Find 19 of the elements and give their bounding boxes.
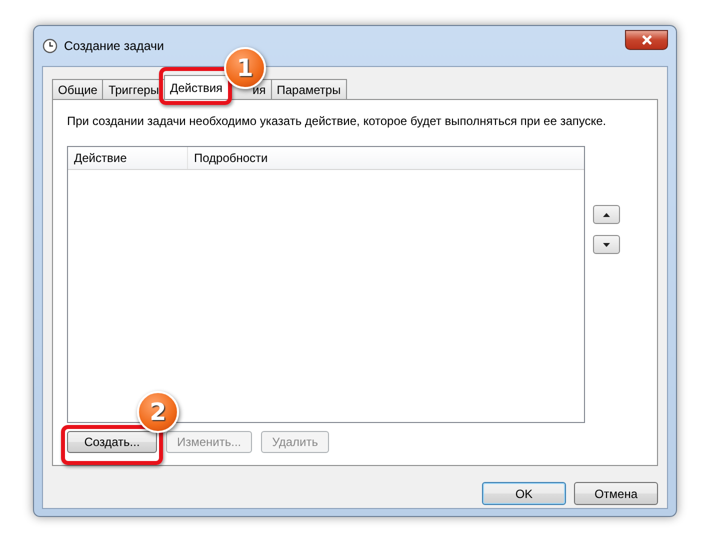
- tab[interactable]: Действия: [164, 75, 229, 99]
- move-down-button[interactable]: [593, 235, 620, 254]
- close-icon: [640, 35, 652, 45]
- tab[interactable]: Параметры: [270, 79, 347, 99]
- dialog-button[interactable]: Отмена: [574, 482, 658, 505]
- column-header[interactable]: Подробности: [188, 147, 584, 169]
- dialog-button[interactable]: OK: [482, 482, 566, 505]
- tab[interactable]: Общие: [52, 79, 104, 99]
- column-header[interactable]: Действие: [68, 147, 188, 169]
- window-title: Создание задачи: [64, 39, 164, 53]
- clock-icon: [42, 38, 58, 54]
- down-arrow-icon: [603, 242, 610, 246]
- close-button[interactable]: [625, 30, 668, 50]
- step-badge: 1: [224, 47, 266, 89]
- step-badge: 2: [137, 391, 179, 433]
- description-text: При создании задачи необходимо указать действие, которое будет выполняться при ее запуске.: [67, 114, 608, 130]
- move-up-button[interactable]: [593, 205, 620, 224]
- action-button[interactable]: Создать...: [67, 431, 157, 453]
- up-arrow-icon: [603, 212, 610, 216]
